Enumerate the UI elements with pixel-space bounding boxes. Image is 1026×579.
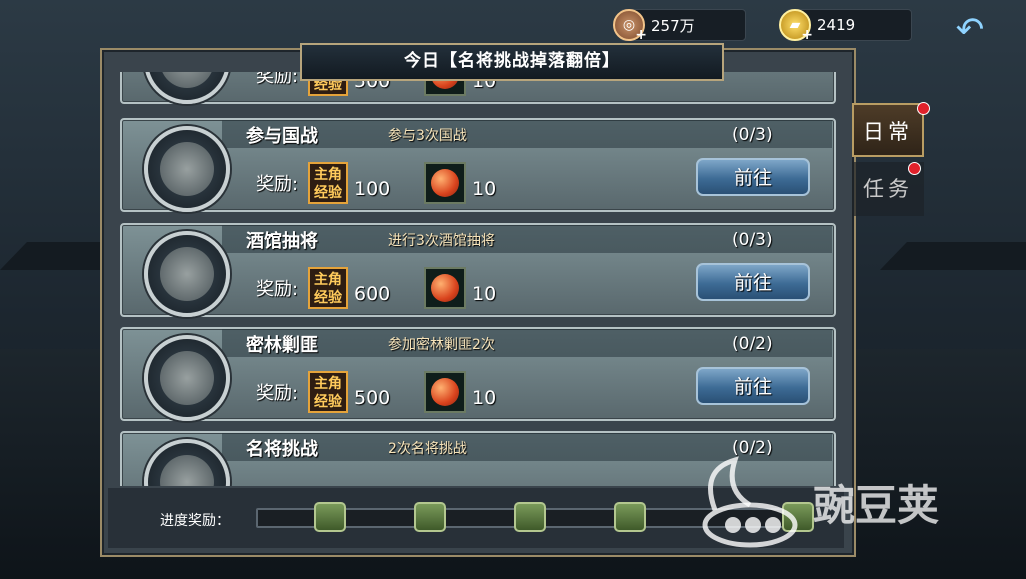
gem-value: 10 — [472, 178, 497, 200]
background-roof-right — [880, 242, 1026, 270]
gold-value: 2419 — [817, 16, 856, 34]
go-button[interactable]: 前往 — [696, 158, 810, 196]
treasure-chest-icon[interactable] — [614, 502, 646, 532]
reward-label: 奖励: — [256, 383, 299, 404]
tab-daily[interactable]: 日常 — [852, 103, 924, 157]
reward-label: 奖励: — [256, 279, 299, 300]
watermark: 豌豆荚 — [695, 440, 995, 550]
gem-icon — [424, 371, 466, 413]
gem-icon — [424, 162, 466, 204]
exp-badge: 主角经验 — [308, 162, 348, 204]
exp-badge: 主角经验 — [308, 267, 348, 309]
gem-value: 10 — [472, 283, 497, 305]
task-desc: 进行3次酒馆抽将 — [388, 233, 495, 249]
reward-label: 奖励: — [256, 174, 299, 195]
treasure-chest-icon[interactable] — [314, 502, 346, 532]
watermark-text: 豌豆荚 — [813, 481, 940, 530]
coin-value: 257万 — [651, 16, 695, 35]
plus-icon: + — [635, 27, 647, 43]
gem-value: 10 — [472, 387, 497, 409]
forest-bandit-icon — [144, 335, 230, 421]
task-name: 名将挑战 — [246, 439, 318, 460]
task-desc: 参加密林剿匪2次 — [388, 337, 495, 353]
task-desc: 参与3次国战 — [388, 128, 467, 144]
task-card: 密林剿匪 参加密林剿匪2次 (0/2) 奖励: 主角 经验 500 10 前往 — [120, 327, 836, 421]
treasure-chest-icon[interactable] — [414, 502, 446, 532]
coin-icon: ◎ + — [613, 9, 647, 43]
gold-ingot-icon: ▰ + — [779, 9, 813, 43]
back-arrow-icon[interactable]: ↶ — [950, 12, 990, 48]
coin-counter[interactable]: ◎ + 257万 — [613, 9, 746, 43]
task-progress: (0/3) — [732, 230, 773, 250]
reward-label: 奖励: — [256, 72, 299, 87]
task-name: 参与国战 — [246, 126, 318, 147]
plus-icon: + — [801, 27, 813, 43]
jade-seal-icon — [144, 126, 230, 212]
tavern-icon — [144, 231, 230, 317]
task-progress: (0/3) — [732, 125, 773, 145]
go-button[interactable]: 前往 — [696, 263, 810, 301]
task-medal-icon — [144, 72, 230, 104]
wandoujia-logo-icon — [702, 456, 798, 548]
task-name: 酒馆抽将 — [246, 231, 318, 252]
task-progress: (0/2) — [732, 334, 773, 354]
exp-value: 500 — [354, 387, 391, 409]
notification-dot — [917, 102, 930, 115]
treasure-chest-icon[interactable] — [514, 502, 546, 532]
task-card: 酒馆抽将 进行3次酒馆抽将 (0/3) 奖励: 主角 经验 600 10 前往 — [120, 223, 836, 317]
go-button[interactable]: 前往 — [696, 367, 810, 405]
exp-badge: 主角经验 — [308, 371, 348, 413]
task-name: 密林剿匪 — [246, 335, 318, 356]
general-challenge-icon — [144, 439, 230, 486]
notification-dot — [908, 162, 921, 175]
gold-counter[interactable]: ▰ + 2419 — [779, 9, 912, 43]
gem-icon — [424, 267, 466, 309]
exp-value: 600 — [354, 283, 391, 305]
exp-value: 100 — [354, 178, 391, 200]
task-desc: 2次名将挑战 — [388, 441, 467, 457]
task-list[interactable]: 奖励: 主角经验 500 10 参与国战 参与3次国战 (0/3) 奖励: 主角… — [118, 72, 836, 486]
page-title: 今日【名将挑战掉落翻倍】 — [300, 43, 724, 81]
task-card: 参与国战 参与3次国战 (0/3) 奖励: 主角 经验 100 10 前往 — [120, 118, 836, 212]
progress-reward-label: 进度奖励： — [160, 513, 230, 529]
